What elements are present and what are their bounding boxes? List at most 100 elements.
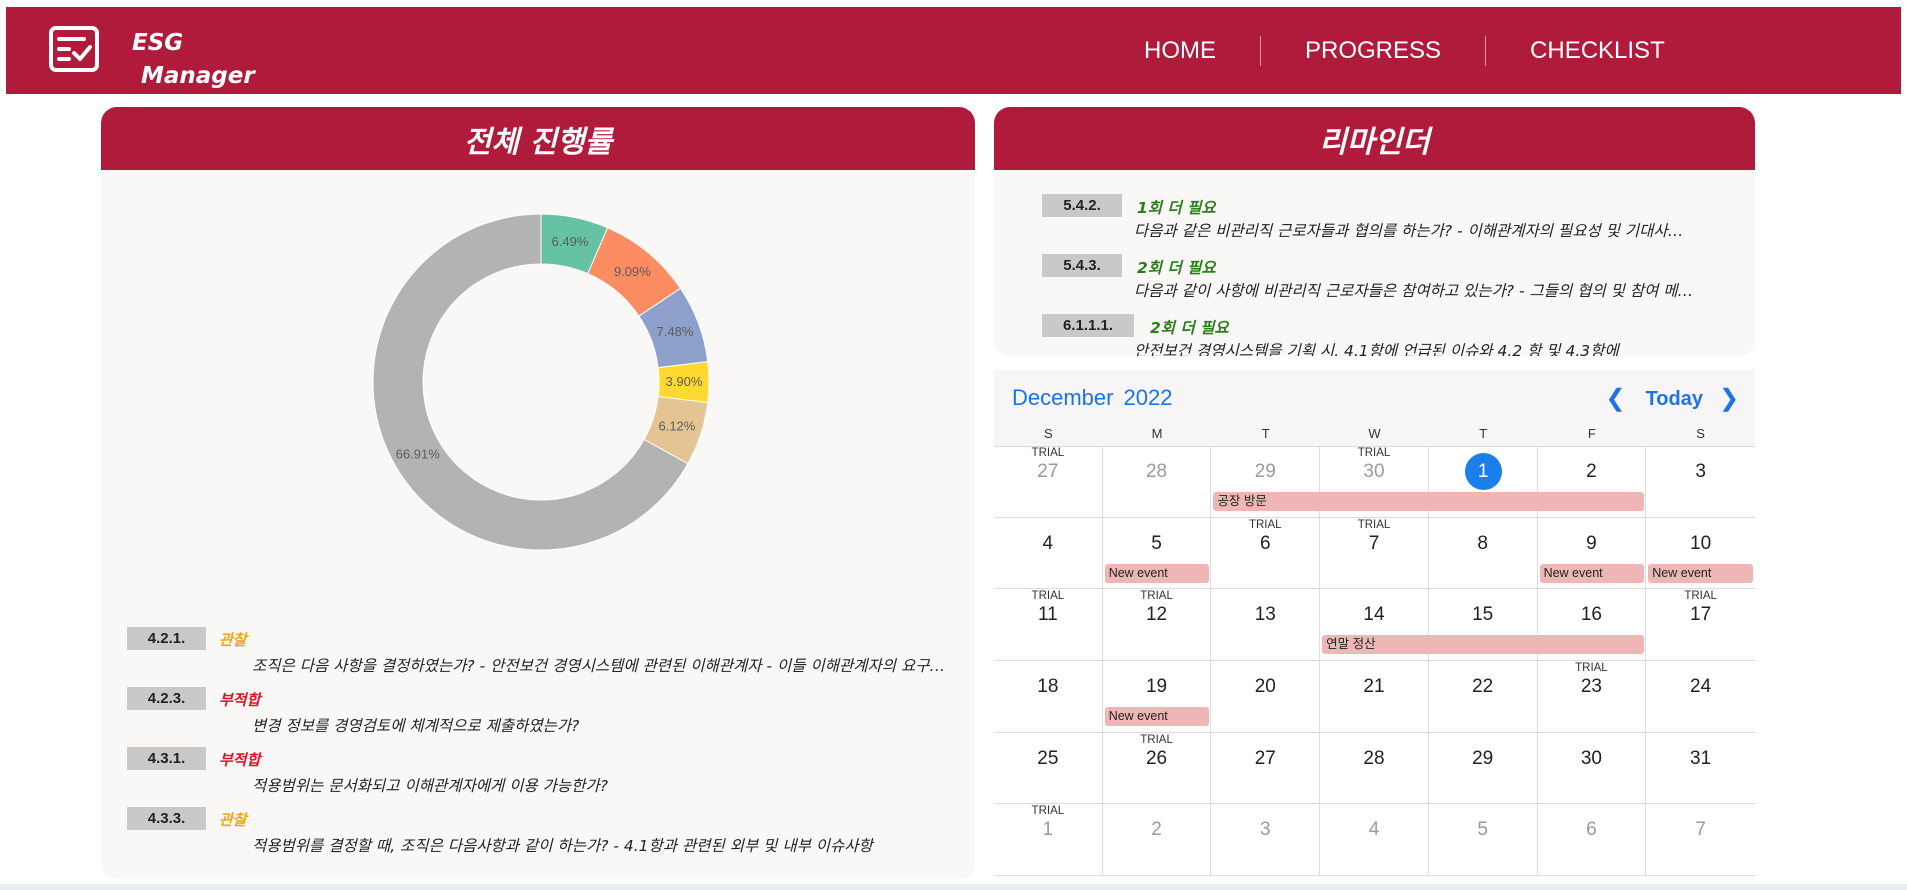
calendar-day-cell[interactable]: 3 (1211, 804, 1321, 876)
day-number: 22 (1472, 676, 1494, 697)
today-button[interactable]: Today (1646, 388, 1703, 411)
reminder-panel-title: 리마인더 (994, 107, 1755, 170)
calendar-month: December (1012, 385, 1114, 410)
reminder-code-badge: 5.4.3. (1042, 254, 1122, 277)
day-number: 17 (1690, 604, 1712, 626)
nav-divider (1485, 36, 1487, 66)
trial-watermark: TRIAL (1357, 447, 1391, 459)
calendar-day-cell[interactable]: 4 (1320, 804, 1429, 876)
progress-list-item[interactable]: 4.2.3. 부적합 변경 정보를 경영검토에 체계적으로 제출하였는가? (127, 687, 957, 747)
calendar-day-cell[interactable]: 21 (1320, 661, 1429, 733)
calendar-day-cell[interactable]: 28 (1320, 732, 1429, 805)
day-number: 28 (1363, 747, 1385, 769)
day-number: 7 (1695, 819, 1706, 841)
chevron-left-icon[interactable]: ❮ (1604, 384, 1628, 414)
nav-divider (1260, 36, 1261, 66)
reminder-list-item[interactable]: 6.1.1.1. 2회 더 필요 안전보건 경영시스템을 기획 시, 4.1항에 언… (1042, 314, 1742, 356)
item-status-label: 부적합 (219, 751, 261, 769)
checklist-logo-icon (49, 26, 99, 72)
trial-watermark: TRIAL (1140, 733, 1173, 746)
calendar-day-cell[interactable]: 30 (1537, 732, 1647, 805)
brand-line-1: ESG (132, 30, 184, 56)
day-number: 2 (1151, 819, 1162, 841)
calendar-day-cell[interactable]: TRIAL 7 (1320, 517, 1429, 590)
day-number: 1 (1042, 819, 1054, 841)
nav-home-link[interactable]: HOME (1144, 37, 1216, 65)
reminder-status-label: 2회 더 필요 (1137, 259, 1216, 277)
calendar-day-cell[interactable]: 29 (1428, 732, 1538, 805)
calendar-event[interactable]: New event (1104, 563, 1210, 583)
calendar-event[interactable]: New event (1104, 707, 1210, 726)
calendar-day-cell[interactable]: 5 (1428, 804, 1538, 876)
calendar-event[interactable]: 공장 방문 (1213, 492, 1645, 511)
reminder-list-item[interactable]: 5.4.2. 1회 더 필요 다음과 같은 비관리직 근로자들과 협의를 하는가? … (1042, 194, 1742, 254)
donut-slice-label: 6.49% (552, 234, 589, 249)
item-code-badge: 4.3.1. (127, 747, 206, 770)
calendar-day-cell[interactable]: 18 (994, 661, 1103, 733)
day-number: 14 (1363, 604, 1385, 626)
progress-list-item[interactable]: 4.2.1. 관찰 조직은 다음 사항을 결정하였는가? - 안전보건 경영시스템에… (127, 627, 957, 687)
day-number: 18 (1037, 676, 1059, 697)
calendar-day-cell[interactable]: 31 (1646, 733, 1755, 805)
calendar-day-cell[interactable]: TRIAL 23 (1537, 661, 1647, 733)
calendar-day-cell[interactable]: 27 (1211, 732, 1321, 805)
calendar-event[interactable]: 연말 정산 (1322, 635, 1645, 655)
progress-item-list[interactable]: 4.2.1. 관찰 조직은 다음 사항을 결정하였는가? - 안전보건 경영시스템에… (127, 627, 957, 862)
day-number: 3 (1695, 461, 1706, 482)
item-code-badge: 4.2.1. (127, 627, 206, 650)
day-number: 24 (1690, 676, 1712, 697)
item-description: 변경 정보를 경영검토에 체계적으로 제출하였는가? (252, 717, 580, 735)
trial-watermark: TRIAL (1248, 518, 1282, 531)
day-number: 4 (1042, 532, 1054, 554)
day-number: 21 (1363, 676, 1385, 697)
progress-list-item[interactable]: 4.3.1. 부적합 적용범위는 문서화되고 이해관계자에게 이용 가능한가? (127, 747, 957, 807)
trial-watermark: TRIAL (1140, 590, 1173, 603)
calendar-day-cell[interactable]: 8 (1428, 517, 1538, 590)
donut-slice-label: 9.09% (614, 264, 651, 279)
calendar-day-cell[interactable]: 6 (1537, 804, 1647, 876)
reminder-panel: 리마인더 5.4.2. 1회 더 필요 다음과 같은 비관리직 근로자들과 협의를 … (994, 107, 1755, 356)
day-number: 7 (1368, 532, 1380, 554)
calendar-day-cell[interactable]: 2 (1102, 804, 1212, 876)
calendar-day-cell[interactable]: 20 (1211, 661, 1321, 733)
weekday-header: W (1368, 426, 1381, 441)
calendar-day-cell[interactable]: TRIAL 11 (994, 589, 1103, 661)
item-description: 조직은 다음 사항을 결정하였는가? - 안전보건 경영시스템에 관련된 이해관… (252, 657, 952, 675)
reminder-list-item[interactable]: 5.4.3. 2회 더 필요다음과 같이 사항에 비관리직 근로자들은 참여하고 … (1042, 254, 1742, 314)
chevron-right-icon[interactable]: ❯ (1717, 384, 1741, 414)
calendar-day-cell[interactable]: TRIAL 6 (1211, 517, 1321, 590)
calendar-day-cell[interactable]: TRIAL 17 (1646, 589, 1755, 661)
calendar-day-cell[interactable]: 13 (1211, 589, 1321, 661)
calendar-day-cell[interactable]: 3 (1646, 446, 1755, 518)
reminder-item-list[interactable]: 5.4.2. 1회 더 필요 다음과 같은 비관리직 근로자들과 협의를 하는가? … (1042, 194, 1742, 356)
calendar-day-cell[interactable]: 7 (1646, 804, 1755, 876)
calendar-day-cell[interactable]: 24 (1646, 661, 1755, 733)
calendar-day-cell[interactable]: TRIAL 1 (994, 804, 1103, 876)
calendar-day-cell[interactable]: TRIAL 27 (994, 446, 1103, 518)
app-root: ESG Manager HOME PROGRESS CHECKLIST 전체 진… (0, 0, 1907, 890)
calendar-day-cell[interactable]: 22 (1428, 661, 1538, 733)
progress-list-item[interactable]: 4.3.3. 관찰 적용범위를 결정할 때, 조직은 다음사항과 같이 하는가? -… (127, 807, 957, 862)
day-number: 26 (1145, 747, 1168, 769)
calendar-day-cell[interactable]: TRIAL 26 (1102, 732, 1212, 805)
calendar-event[interactable]: New event (1648, 563, 1753, 583)
calendar-day-cell[interactable]: TRIAL 12 (1102, 589, 1212, 661)
overall-progress-panel: 전체 진행률 6.49% 9.09% 7.48% 3.90% 6.12% 66.91% 4… (101, 107, 975, 879)
donut-slice-label: 6.12% (658, 418, 695, 433)
weekday-header: F (1587, 426, 1596, 441)
day-number: 28 (1145, 461, 1168, 482)
calendar-event[interactable]: New event (1539, 563, 1645, 583)
reminder-description: 다음과 같이 사항에 비관리직 근로자들은 참여하고 있는가? - 그들의 협의… (1134, 282, 1694, 300)
day-number: 25 (1037, 747, 1059, 769)
calendar-day-cell[interactable]: 4 (994, 517, 1103, 590)
day-number: 30 (1363, 461, 1385, 482)
nav-checklist-link[interactable]: CHECKLIST (1530, 37, 1665, 65)
calendar-day-cell[interactable]: 25 (994, 732, 1103, 805)
nav-progress-link[interactable]: PROGRESS (1305, 37, 1441, 65)
calendar-month-title: December 2022 (1012, 385, 1182, 411)
today-date-number: 1 (1464, 453, 1502, 490)
day-number: 6 (1259, 532, 1271, 554)
event-calendar: December 2022 ❮ Today ❯ TRIAL 27 28 29 TRIAL 3… (994, 370, 1755, 876)
calendar-day-cell[interactable]: 28 (1102, 446, 1212, 518)
day-number: 10 (1690, 532, 1712, 554)
